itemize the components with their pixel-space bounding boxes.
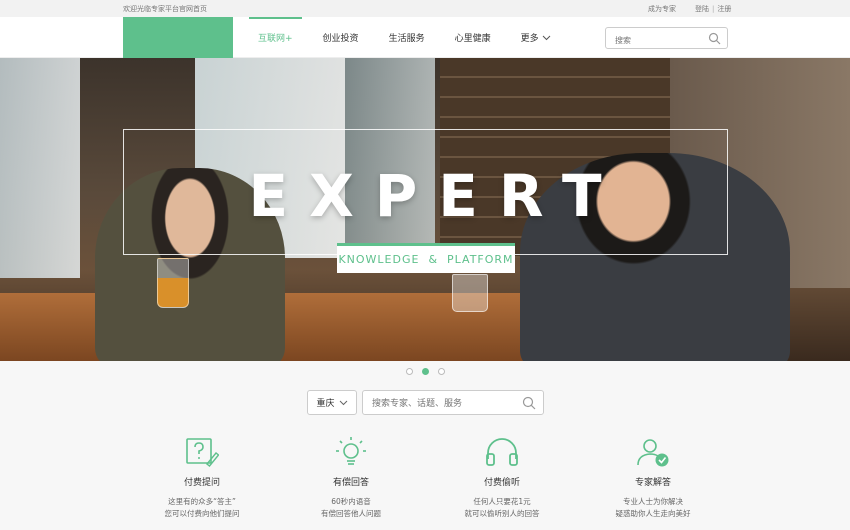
feature-paid-listen[interactable]: 付费偷听 任何人只要花1元 就可以偷听别人的回答 [437,436,567,520]
hero-photo-glass [157,258,189,308]
hero-banner: EXPERT KNOWLEDGE & PLATFORM [0,58,850,361]
main-search-box [362,390,544,416]
headphones-icon [486,438,518,466]
feature-desc-line: 您可以付费向他们提问 [164,509,240,518]
header-search [605,27,728,51]
hero-headline: EXPERT [248,162,623,230]
lightbulb-icon [336,437,366,465]
nav-item-mental-health[interactable]: 心里健康 [446,17,500,58]
hero-photo-table [0,293,600,361]
feature-desc: 专业人士为你解决 疑惑助你人生走向美好 [588,496,718,520]
feature-desc: 任何人只要花1元 就可以偷听别人的回答 [437,496,567,520]
carousel-dot[interactable] [405,368,413,375]
feature-title: 专家解答 [634,478,671,488]
feature-title: 付费偷听 [483,478,520,488]
main-search-input[interactable] [363,392,513,416]
feature-paid-answer[interactable]: 有偿回答 60秒内语音 有偿回答他人问题 [286,436,416,520]
header-search-input[interactable] [606,30,701,51]
search-icon[interactable] [708,32,721,45]
hero-subline: KNOWLEDGE & PLATFORM [337,243,515,273]
features-section: 付费提问 这里有的众多“答主” 您可以付费向他们提问 有偿回答 60秒内语音 有… [0,436,850,530]
carousel-dot[interactable] [437,368,445,375]
nav-item-more[interactable]: 更多 [512,17,560,58]
search-icon[interactable] [522,396,536,410]
city-label: 重庆 [316,399,335,409]
feature-title: 付费提问 [183,478,220,488]
feature-desc: 60秒内语音 有偿回答他人问题 [286,496,416,520]
nav-label: 更多 [520,34,539,44]
chevron-down-icon [542,35,550,40]
feature-desc-line: 这里有的众多“答主” [168,497,236,506]
main-search: 重庆 [307,390,544,416]
become-expert-link[interactable]: 成为专家 [648,4,676,14]
top-bar: 欢迎光临专家平台官网首页 成为专家 登陆 | 注册 [0,0,850,17]
feature-desc: 这里有的众多“答主” 您可以付费向他们提问 [137,496,267,520]
carousel-dot-active[interactable] [421,368,429,375]
nav-item-life-services[interactable]: 生活服务 [380,17,434,58]
nav-item-internet-plus[interactable]: 互联网+ [249,17,302,58]
logo[interactable] [123,17,233,58]
feature-expert-answer[interactable]: 专家解答 专业人士为你解决 疑惑助你人生走向美好 [588,436,718,520]
nav-label: 互联网+ [258,34,293,44]
feature-desc-line: 就可以偷听别人的回答 [464,509,540,518]
header: 互联网+ 创业投资 生活服务 心里健康 更多 [0,17,850,58]
hero-photo-glass [452,274,488,312]
nav-label: 心里健康 [454,34,491,44]
feature-desc-line: 疑惑助你人生走向美好 [615,509,691,518]
nav-label: 创业投资 [322,34,359,44]
city-select[interactable]: 重庆 [307,390,357,415]
welcome-text: 欢迎光临专家平台官网首页 [123,5,207,13]
main-nav: 互联网+ 创业投资 生活服务 心里健康 更多 [249,17,572,58]
feature-desc-line: 任何人只要花1元 [473,497,531,506]
question-board-icon [186,438,219,467]
top-links: 成为专家 登陆 | 注册 [648,4,731,14]
login-link[interactable]: 登陆 [695,4,709,14]
feature-title: 有偿回答 [332,478,369,488]
nav-label: 生活服务 [388,34,425,44]
feature-paid-question[interactable]: 付费提问 这里有的众多“答主” 您可以付费向他们提问 [137,436,267,520]
carousel-indicators [0,368,850,375]
expert-verified-icon [637,439,669,467]
divider: | [712,5,715,13]
chevron-down-icon [339,400,347,405]
feature-desc-line: 60秒内语音 [331,497,371,506]
register-link[interactable]: 注册 [717,4,731,14]
nav-item-venture[interactable]: 创业投资 [314,17,368,58]
feature-desc-line: 专业人士为你解决 [623,497,683,506]
feature-desc-line: 有偿回答他人问题 [321,509,381,518]
